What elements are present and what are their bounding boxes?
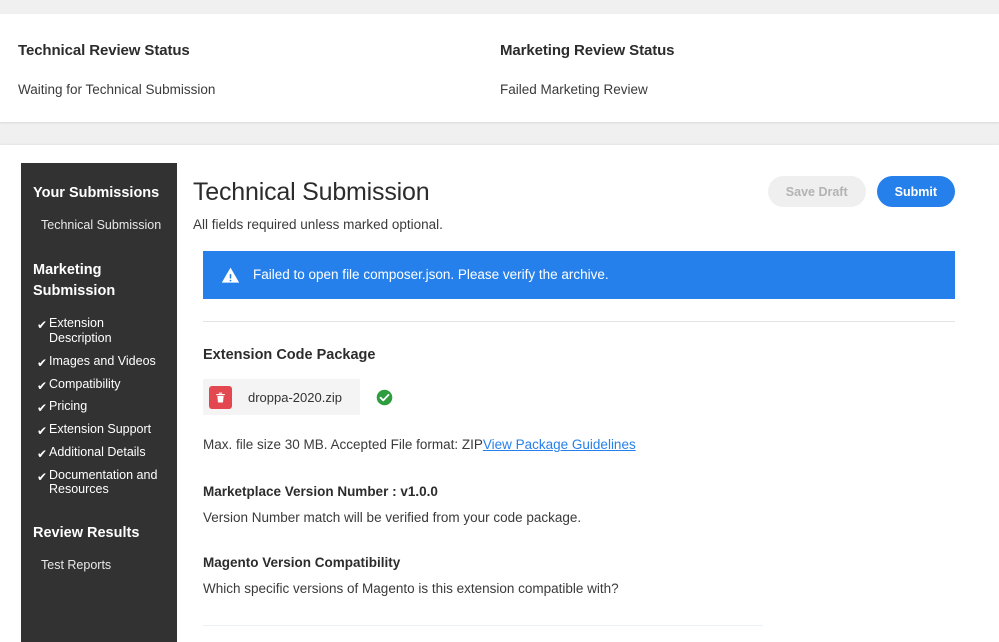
sidebar-item-label: Pricing [49, 399, 167, 414]
marketing-review-status-value: Failed Marketing Review [500, 82, 674, 98]
marketplace-version-number-description: Version Number match will be verified fr… [203, 510, 955, 527]
uploaded-file-chip[interactable]: droppa-2020.zip [203, 379, 360, 415]
sidebar-item-documentation-and-resources[interactable]: ✔ Documentation and Resources [21, 464, 177, 502]
error-alert-banner: Failed to open file composer.json. Pleas… [203, 251, 955, 299]
sidebar-heading-marketing-submission: Marketing Submission [21, 260, 177, 302]
check-icon: ✔ [37, 470, 48, 484]
sidebar-heading-review-results: Review Results [21, 523, 177, 544]
sidebar-item-technical-submission[interactable]: Technical Submission [21, 212, 177, 238]
sidebar-item-extension-description[interactable]: ✔ Extension Description [21, 312, 177, 350]
trash-glyph [214, 391, 227, 404]
sidebar-item-images-and-videos[interactable]: ✔ Images and Videos [21, 350, 177, 373]
check-icon: ✔ [37, 447, 48, 461]
check-icon: ✔ [37, 318, 48, 332]
sidebar-heading-your-submissions: Your Submissions [21, 183, 177, 204]
technical-review-status-block: Technical Review Status Waiting for Tech… [18, 42, 215, 98]
submission-content: Technical Submission All fields required… [193, 163, 979, 642]
review-status-card: Technical Review Status Waiting for Tech… [0, 14, 999, 122]
submit-button[interactable]: Submit [877, 176, 955, 207]
sidebar-item-label: Compatibility [49, 377, 167, 392]
sidebar-item-label: Extension Support [49, 422, 167, 437]
page-root: Technical Review Status Waiting for Tech… [0, 0, 999, 642]
section-divider [203, 321, 955, 322]
marketplace-version-number-label: Marketplace Version Number : v1.0.0 [203, 484, 955, 501]
magento-version-compatibility-label: Magento Version Compatibility [203, 555, 955, 572]
section-title-extension-code-package: Extension Code Package [203, 347, 955, 364]
marketing-review-status-title: Marketing Review Status [500, 42, 674, 60]
sidebar-item-extension-support[interactable]: ✔ Extension Support [21, 418, 177, 441]
sidebar-item-label: Images and Videos [49, 354, 167, 369]
header-actions: Save Draft Submit [768, 176, 955, 207]
check-icon: ✔ [37, 356, 48, 370]
sidebar-item-pricing[interactable]: ✔ Pricing [21, 395, 177, 418]
file-upload-hint-text: Max. file size 30 MB. Accepted File form… [203, 437, 483, 452]
file-upload-hint: Max. file size 30 MB. Accepted File form… [203, 437, 955, 454]
uploaded-file-row: droppa-2020.zip [203, 379, 955, 415]
submission-card: Your Submissions Technical Submission Ma… [0, 145, 999, 642]
check-icon: ✔ [37, 401, 48, 415]
success-check-icon [376, 389, 393, 406]
save-draft-button[interactable]: Save Draft [768, 176, 866, 207]
sidebar-item-label: Documentation and Resources [49, 468, 167, 498]
error-alert-message: Failed to open file composer.json. Pleas… [253, 267, 609, 283]
sidebar-item-compatibility[interactable]: ✔ Compatibility [21, 373, 177, 396]
check-icon: ✔ [37, 424, 48, 438]
view-package-guidelines-link[interactable]: View Package Guidelines [483, 437, 636, 452]
sidebar-item-additional-details[interactable]: ✔ Additional Details [21, 441, 177, 464]
content-header: Technical Submission All fields required… [193, 163, 979, 235]
extension-code-package-section: Extension Code Package droppa-2020.zip [193, 347, 979, 626]
sidebar-item-label: Additional Details [49, 445, 167, 460]
magento-version-compatibility-input[interactable] [203, 612, 763, 626]
marketing-review-status-block: Marketing Review Status Failed Marketing… [500, 42, 674, 98]
submission-sidebar: Your Submissions Technical Submission Ma… [21, 163, 177, 642]
page-subtitle: All fields required unless marked option… [193, 217, 979, 232]
uploaded-file-name: droppa-2020.zip [248, 390, 342, 405]
check-icon: ✔ [37, 379, 48, 393]
technical-review-status-value: Waiting for Technical Submission [18, 82, 215, 98]
sidebar-item-label: Extension Description [49, 316, 167, 346]
warning-icon [221, 266, 240, 285]
technical-review-status-title: Technical Review Status [18, 42, 215, 60]
magento-version-compatibility-description: Which specific versions of Magento is th… [203, 581, 955, 598]
sidebar-item-test-reports[interactable]: Test Reports [21, 552, 177, 578]
trash-icon[interactable] [209, 386, 232, 409]
